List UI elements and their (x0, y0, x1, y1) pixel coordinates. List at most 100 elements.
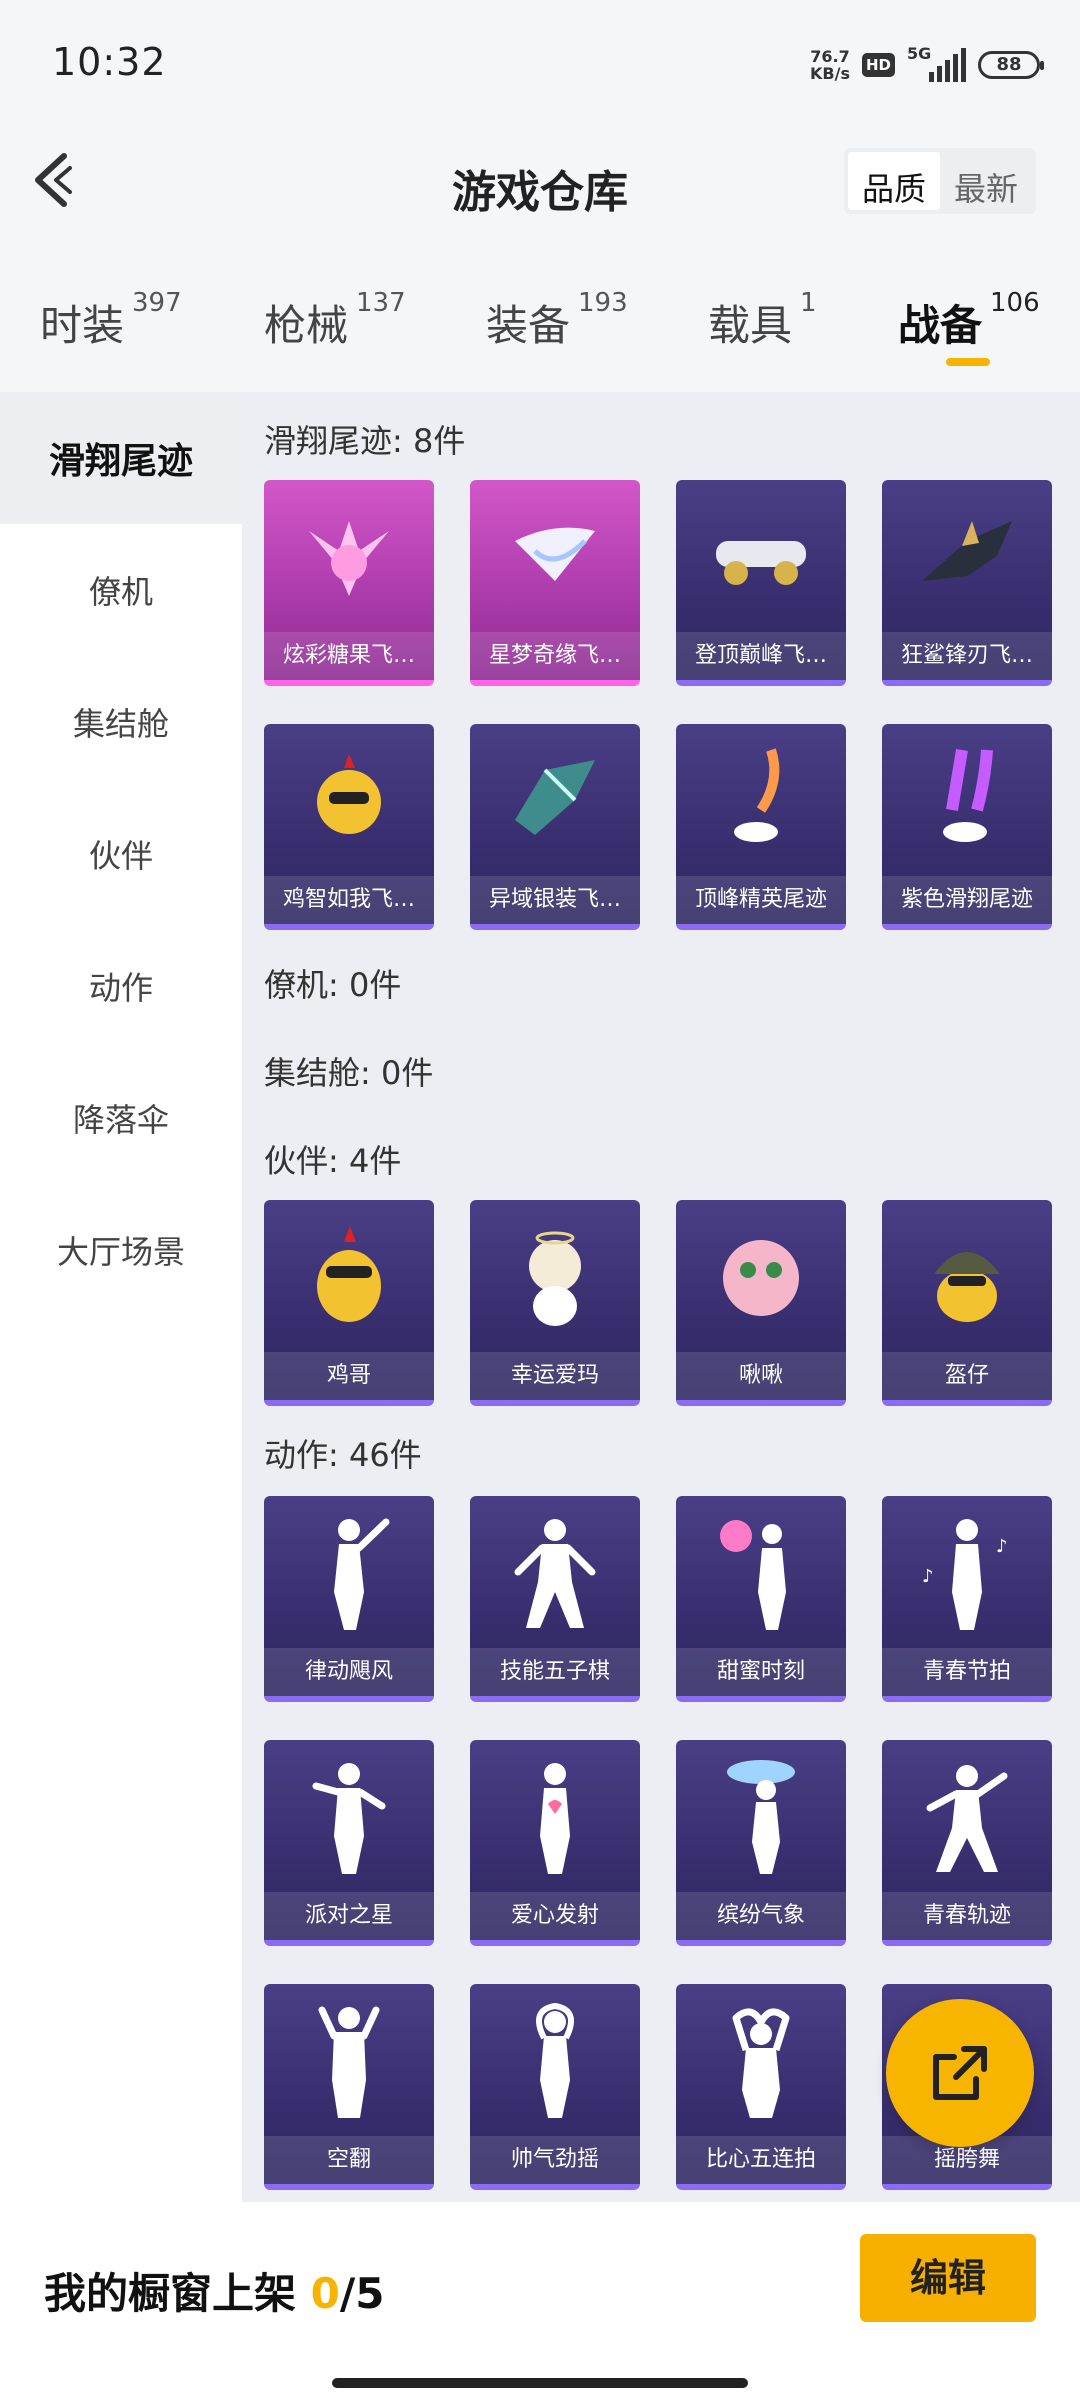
tab-label: 战备 (898, 301, 983, 350)
item-card[interactable]: 星梦奇缘飞… (470, 480, 640, 686)
dancer-icon: ♪ ♪ (882, 1502, 1052, 1642)
item-card[interactable]: 技能五子棋 (470, 1496, 640, 1702)
item-name: 啾啾 (676, 1352, 846, 1400)
item-card[interactable]: 缤纷气象 (676, 1740, 846, 1946)
active-tab-indicator (946, 358, 990, 366)
item-card[interactable]: 炫彩糖果飞… (264, 480, 434, 686)
item-card[interactable]: 啾啾 (676, 1200, 846, 1406)
item-card[interactable]: 幸运爱玛 (470, 1200, 640, 1406)
item-card[interactable]: 狂鲨锋刃飞… (882, 480, 1052, 686)
sort-latest-button[interactable]: 最新 (940, 152, 1032, 210)
item-name: 紫色滑翔尾迹 (882, 876, 1052, 924)
hd-icon: HD (861, 53, 895, 77)
item-card[interactable]: 异域银装飞… (470, 724, 640, 930)
peak-glider-icon (676, 486, 846, 626)
home-indicator[interactable] (332, 2378, 748, 2388)
tab-battle-prep[interactable]: 战备 106 (898, 288, 1040, 353)
lucky-emma-icon (470, 1206, 640, 1346)
item-card[interactable]: 鸡哥 (264, 1200, 434, 1406)
item-name: 狂鲨锋刃飞… (882, 632, 1052, 680)
item-card[interactable]: 甜蜜时刻 (676, 1496, 846, 1702)
item-card[interactable]: 登顶巅峰飞… (676, 480, 846, 686)
network-speed: 76.7 KB/s (810, 48, 850, 82)
sidebar-item-wingman[interactable]: 僚机 (0, 524, 242, 656)
network-speed-value: 76.7 (810, 47, 850, 66)
sidebar-item-partner[interactable]: 伙伴 (0, 788, 242, 920)
item-name: 派对之星 (264, 1892, 434, 1940)
dancer-icon (676, 1990, 846, 2130)
item-name: 帅气劲摇 (470, 2136, 640, 2184)
battery-icon: 88 (978, 51, 1044, 79)
item-name: 青春轨迹 (882, 1892, 1052, 1940)
item-name: 炫彩糖果飞… (264, 632, 434, 680)
sidebar-item-parachute[interactable]: 降落伞 (0, 1052, 242, 1184)
category-tabs: 时装 397 枪械 137 装备 193 载具 1 战备 106 (0, 268, 1080, 392)
item-card[interactable]: 空翻 (264, 1984, 434, 2190)
dancer-icon (470, 1502, 640, 1642)
sort-toggle: 品质 最新 (843, 148, 1036, 214)
item-name: 甜蜜时刻 (676, 1648, 846, 1696)
tab-count: 106 (990, 288, 1040, 318)
status-bar: 10:32 76.7 KB/s HD 5G 88 (0, 0, 1080, 120)
tab-count: 137 (356, 288, 406, 318)
tab-guns[interactable]: 枪械 137 (264, 288, 406, 353)
sidebar-item-rally-pod[interactable]: 集结舱 (0, 656, 242, 788)
item-name: 技能五子棋 (470, 1648, 640, 1696)
clock: 10:32 (52, 40, 167, 84)
helmet-chick-icon (882, 1206, 1052, 1346)
sidebar-item-lobby-scene[interactable]: 大厅场景 (0, 1184, 242, 1316)
tab-label: 枪械 (264, 301, 349, 350)
item-card[interactable]: 紫色滑翔尾迹 (882, 724, 1052, 930)
tab-vehicles[interactable]: 载具 1 (708, 288, 817, 353)
bottom-bar: 我的橱窗上架 0/5 编辑 (0, 2202, 1080, 2400)
sidebar: 滑翔尾迹 僚机 集结舱 伙伴 动作 降落伞 大厅场景 (0, 392, 242, 2202)
tab-count: 193 (578, 288, 628, 318)
sort-quality-button[interactable]: 品质 (847, 152, 940, 210)
dancer-icon (264, 1990, 434, 2130)
silver-glider-icon (470, 730, 640, 870)
item-list: 滑翔尾迹: 8件 炫彩糖果飞… 星梦奇缘飞… 登顶巅峰飞… 狂鲨锋刃飞… 鸡智如… (242, 392, 1080, 2202)
jiujiu-icon (676, 1206, 846, 1346)
share-icon (933, 2046, 987, 2100)
share-button[interactable] (886, 1999, 1034, 2147)
section-title-wingman: 僚机: 0件 (264, 966, 402, 1004)
item-name: 律动飓风 (264, 1648, 434, 1696)
starry-wing-icon (470, 486, 640, 626)
item-card[interactable]: 鸡智如我飞… (264, 724, 434, 930)
tab-label: 载具 (708, 301, 793, 350)
item-card[interactable]: 派对之星 (264, 1740, 434, 1946)
dancer-icon (264, 1502, 434, 1642)
item-name: 鸡哥 (264, 1352, 434, 1400)
item-card[interactable]: 顶峰精英尾迹 (676, 724, 846, 930)
item-card[interactable]: 帅气劲摇 (470, 1984, 640, 2190)
item-card[interactable]: ♪ ♪ 青春节拍 (882, 1496, 1052, 1702)
showcase-count-current: 0 (310, 2269, 340, 2318)
tab-count: 1 (800, 288, 817, 318)
item-card[interactable]: 比心五连拍 (676, 1984, 846, 2190)
dancer-icon (470, 1746, 640, 1886)
tab-label: 装备 (486, 301, 571, 350)
item-name: 比心五连拍 (676, 2136, 846, 2184)
item-name: 顶峰精英尾迹 (676, 876, 846, 924)
showcase-count-separator: / (339, 2269, 356, 2318)
section-title-glide: 滑翔尾迹: 8件 (264, 422, 466, 460)
dancer-icon (676, 1502, 846, 1642)
sidebar-item-glide-trail[interactable]: 滑翔尾迹 (0, 392, 242, 524)
item-name: 登顶巅峰飞… (676, 632, 846, 680)
item-card[interactable]: 爱心发射 (470, 1740, 640, 1946)
section-title-emote: 动作: 46件 (264, 1436, 422, 1474)
item-card[interactable]: 律动飓风 (264, 1496, 434, 1702)
item-card[interactable]: 盔仔 (882, 1200, 1052, 1406)
showcase-count-total: 5 (355, 2269, 385, 2318)
item-name: 缤纷气象 (676, 1892, 846, 1940)
dancer-icon (264, 1746, 434, 1886)
tab-fashion[interactable]: 时装 397 (40, 288, 182, 353)
sidebar-item-emote[interactable]: 动作 (0, 920, 242, 1052)
tab-label: 时装 (40, 301, 125, 350)
purple-trail-icon (882, 730, 1052, 870)
item-name: 鸡智如我飞… (264, 876, 434, 924)
edit-button[interactable]: 编辑 (860, 2234, 1036, 2322)
tab-count: 397 (132, 288, 182, 318)
tab-equipment[interactable]: 装备 193 (486, 288, 628, 353)
item-card[interactable]: 青春轨迹 (882, 1740, 1052, 1946)
